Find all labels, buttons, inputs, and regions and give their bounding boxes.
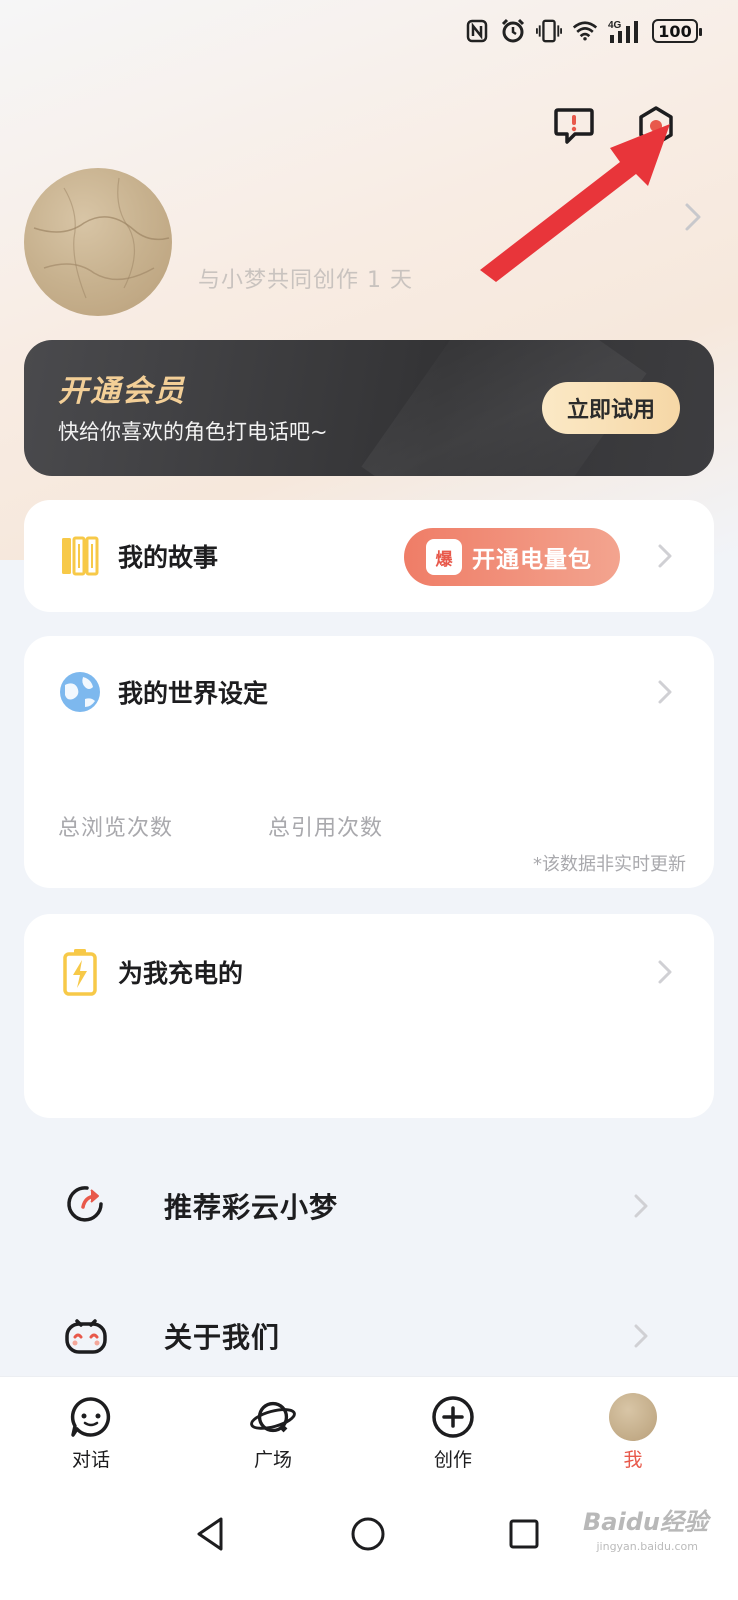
- list-item-label: 推荐彩云小梦: [164, 1191, 339, 1224]
- chat-bubble-icon: [67, 1393, 115, 1441]
- chevron-right-icon[interactable]: [656, 542, 674, 570]
- chevron-right-icon[interactable]: [632, 1322, 650, 1350]
- total-views-label: 总浏览次数: [58, 816, 174, 841]
- try-now-button[interactable]: 立即试用: [542, 382, 680, 434]
- books-icon: [56, 532, 104, 580]
- chevron-right-icon[interactable]: [684, 202, 702, 232]
- tab-label: 广场: [253, 1449, 292, 1471]
- alarm-icon: [500, 18, 526, 44]
- watermark: Baidu经验: [583, 1508, 708, 1536]
- vip-banner[interactable]: 开通会员 快给你喜欢的角色打电话吧~ 立即试用: [24, 340, 714, 476]
- plus-circle-icon: [429, 1393, 477, 1441]
- open-power-pack-label: 开通电量包: [472, 547, 592, 573]
- 4g-signal-icon: 4G: [608, 18, 642, 44]
- tab-chat[interactable]: 对话: [36, 1393, 146, 1472]
- tab-label: 我: [623, 1449, 643, 1471]
- wifi-icon: [572, 18, 598, 44]
- vibrate-icon: [536, 18, 562, 44]
- battery-icon: 100: [652, 19, 702, 43]
- bottom-nav: 对话 广场 创作 我: [0, 1376, 738, 1492]
- robot-face-icon: [62, 1310, 110, 1358]
- data-note: *该数据非实时更新: [533, 854, 686, 875]
- cocreate-days-text: 与小梦共同创作 1 天: [198, 268, 413, 293]
- planet-icon: [249, 1393, 297, 1441]
- tab-create[interactable]: 创作: [398, 1393, 508, 1472]
- tab-square[interactable]: 广场: [218, 1393, 328, 1472]
- svg-text:4G: 4G: [608, 20, 622, 31]
- chevron-right-icon[interactable]: [656, 678, 674, 706]
- recents-icon[interactable]: [502, 1512, 546, 1556]
- profile-avatar[interactable]: [24, 168, 172, 316]
- annotation-arrow: [480, 124, 670, 282]
- charged-for-me-title: 为我充电的: [118, 959, 244, 988]
- globe-icon: [56, 668, 104, 716]
- vip-title: 开通会员: [58, 374, 186, 409]
- open-power-pack-button[interactable]: 爆 开通电量包: [404, 528, 620, 586]
- charged-for-me-card[interactable]: 为我充电的: [24, 914, 714, 1118]
- list-item-about[interactable]: 关于我们: [0, 1290, 738, 1380]
- world-settings-card[interactable]: 我的世界设定 总浏览次数 总引用次数 *该数据非实时更新: [24, 636, 714, 888]
- battery-charge-icon: [56, 948, 104, 996]
- nfc-icon: [464, 18, 490, 44]
- my-story-card[interactable]: 我的故事 爆 开通电量包: [24, 500, 714, 612]
- share-icon: [62, 1180, 110, 1228]
- hot-tag: 爆: [426, 539, 462, 575]
- avatar: [609, 1393, 657, 1441]
- home-icon[interactable]: [346, 1512, 390, 1556]
- tab-label: 对话: [71, 1449, 110, 1471]
- watermark-url: jingyan.baidu.com: [596, 1540, 698, 1553]
- total-references-label: 总引用次数: [268, 816, 384, 841]
- world-settings-title: 我的世界设定: [118, 679, 269, 708]
- back-icon[interactable]: [188, 1512, 232, 1556]
- tab-me[interactable]: 我: [578, 1393, 688, 1472]
- vip-subtitle: 快给你喜欢的角色打电话吧~: [58, 420, 328, 444]
- chevron-right-icon[interactable]: [632, 1192, 650, 1220]
- tab-label: 创作: [433, 1449, 472, 1471]
- chevron-right-icon[interactable]: [656, 958, 674, 986]
- list-item-label: 关于我们: [164, 1321, 281, 1354]
- list-item-recommend[interactable]: 推荐彩云小梦: [0, 1160, 738, 1250]
- my-story-title: 我的故事: [118, 543, 219, 572]
- status-bar: 4G 100: [464, 18, 702, 44]
